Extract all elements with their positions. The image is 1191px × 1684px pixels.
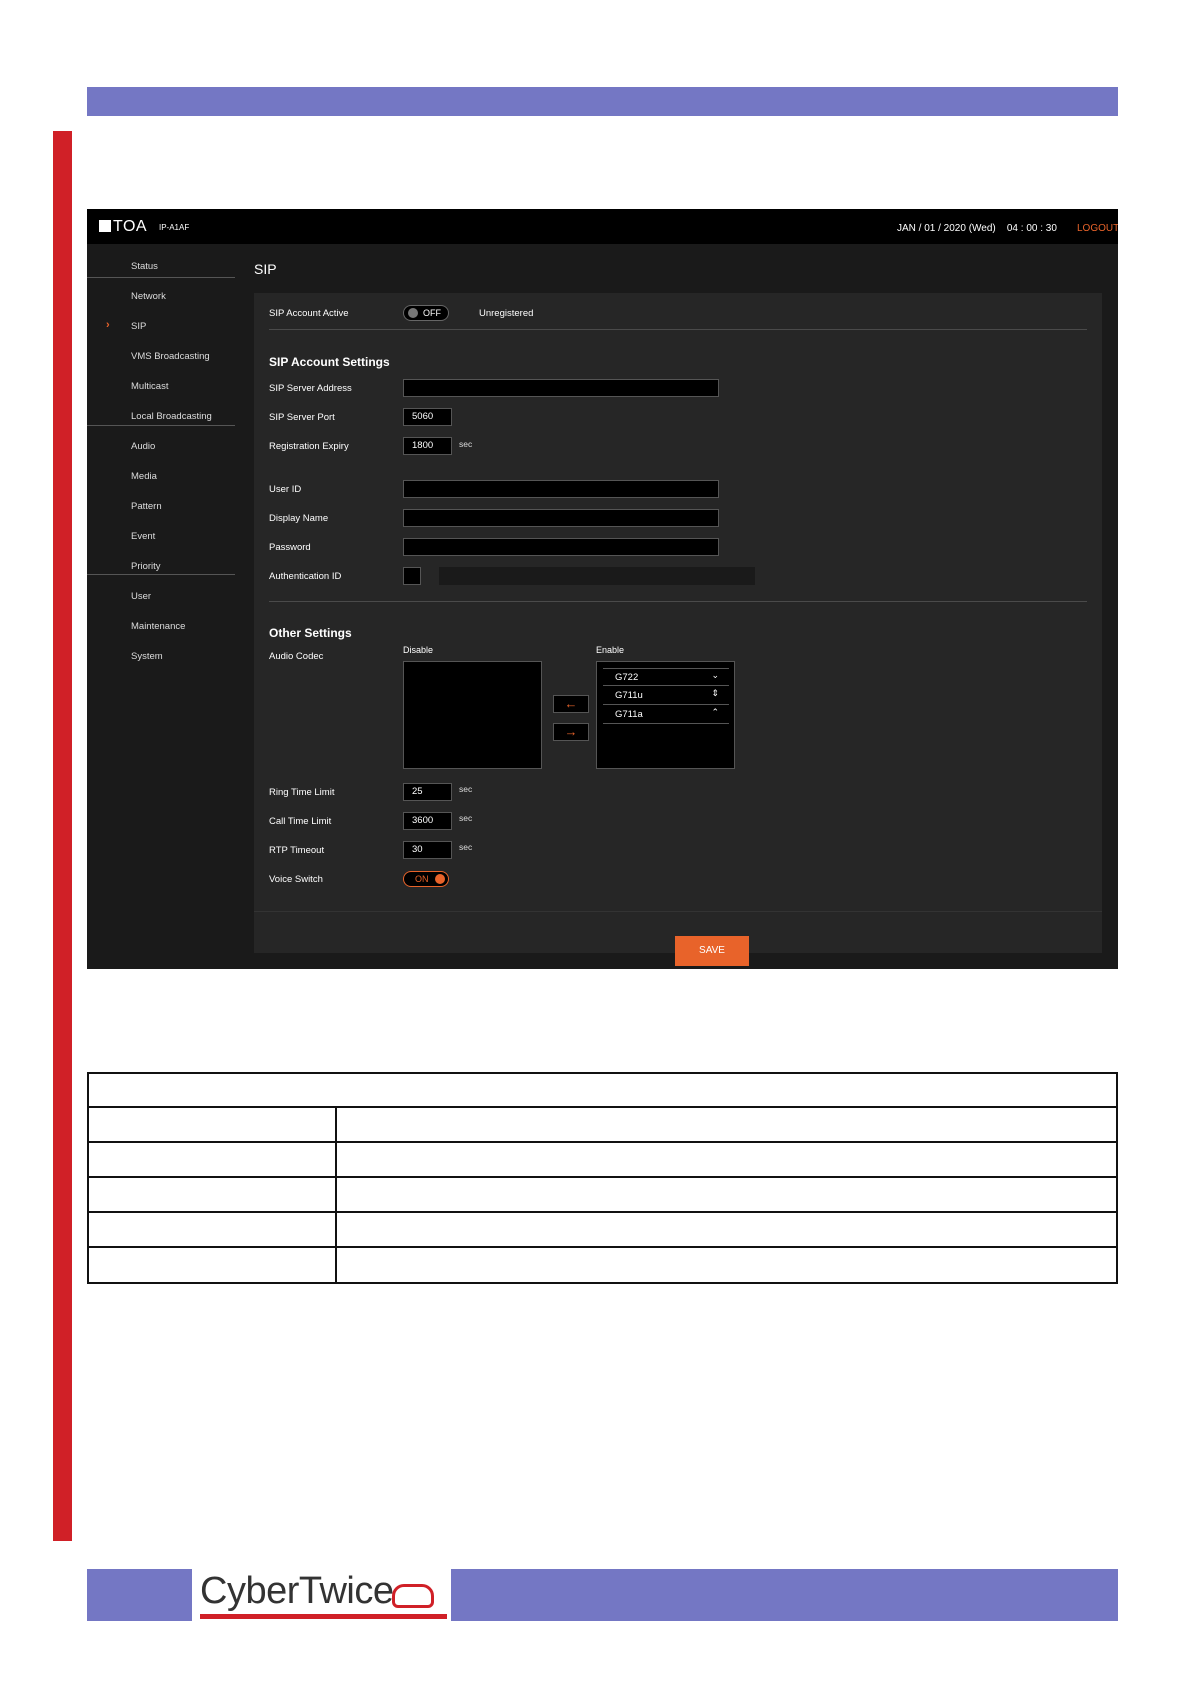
password-input[interactable] xyxy=(403,538,719,556)
server-address-input[interactable] xyxy=(403,379,719,397)
audio-codec-label: Audio Codec xyxy=(269,651,324,662)
sidebar-item-vms-broadcasting[interactable]: VMS Broadcasting xyxy=(131,351,210,362)
table-row xyxy=(89,1176,1116,1178)
disable-label: Disable xyxy=(403,645,434,655)
call-limit-label: Call Time Limit xyxy=(269,816,332,827)
server-port-input[interactable]: 5060 xyxy=(403,408,452,426)
enabled-codec-list[interactable]: G722 ⌄ G711u ⇕ G711a ⌃ xyxy=(596,661,735,769)
move-right-button[interactable]: → xyxy=(553,723,589,741)
sidebar: Status Network › SIP VMS Broadcasting Mu… xyxy=(87,244,235,969)
sidebar-item-event[interactable]: Event xyxy=(131,531,155,542)
toggle-knob xyxy=(435,874,445,884)
list-item[interactable]: G722 ⌄ xyxy=(603,668,729,686)
sidebar-item-status[interactable]: Status xyxy=(131,261,158,272)
footer-band-right xyxy=(451,1569,1118,1621)
sidebar-item-sip[interactable]: SIP xyxy=(131,321,146,332)
voice-switch-label: Voice Switch xyxy=(269,874,323,885)
top-band xyxy=(87,87,1118,116)
sip-settings-screenshot: TOA IP-A1AF JAN / 01 / 2020 (Wed) 04 : 0… xyxy=(87,209,1118,969)
user-id-label: User ID xyxy=(269,484,302,495)
expiry-label: Registration Expiry xyxy=(269,441,349,452)
sidebar-item-audio[interactable]: Audio xyxy=(131,441,155,452)
sidebar-item-priority[interactable]: Priority xyxy=(131,561,161,572)
table-row xyxy=(89,1141,1116,1143)
logo-underline xyxy=(200,1614,447,1619)
user-id-input[interactable] xyxy=(403,480,719,498)
server-port-label: SIP Server Port xyxy=(269,412,335,423)
side-red-bar xyxy=(53,131,72,1541)
account-active-label: SIP Account Active xyxy=(269,308,349,319)
rtp-timeout-unit: sec xyxy=(459,842,473,852)
model-name: IP-A1AF xyxy=(159,223,190,232)
server-address-label: SIP Server Address xyxy=(269,383,352,394)
table-row xyxy=(89,1211,1116,1213)
account-section-title: SIP Account Settings xyxy=(269,355,390,369)
auth-id-input[interactable] xyxy=(439,567,755,585)
sidebar-item-network[interactable]: Network xyxy=(131,291,166,302)
display-name-label: Display Name xyxy=(269,513,329,524)
account-active-toggle[interactable]: OFF xyxy=(403,305,449,321)
chevron-down-icon[interactable]: ⌄ xyxy=(711,670,719,681)
registration-status: Unregistered xyxy=(479,308,534,319)
rtp-timeout-label: RTP Timeout xyxy=(269,845,325,856)
settings-panel: SIP Account Active OFF Unregistered SIP … xyxy=(254,293,1102,953)
sidebar-item-maintenance[interactable]: Maintenance xyxy=(131,621,185,632)
brand-text: TOA xyxy=(113,218,148,235)
sidebar-item-multicast[interactable]: Multicast xyxy=(131,381,168,392)
table-row xyxy=(89,1106,1116,1108)
phone-icon xyxy=(392,1584,434,1608)
auth-id-label: Authentication ID xyxy=(269,571,342,582)
datetime: JAN / 01 / 2020 (Wed) 04 : 00 : 30 xyxy=(897,223,1057,234)
sidebar-item-user[interactable]: User xyxy=(131,591,151,602)
expiry-input[interactable]: 1800 xyxy=(403,437,452,455)
auth-id-checkbox[interactable] xyxy=(403,567,421,585)
sidebar-item-system[interactable]: System xyxy=(131,651,163,662)
expiry-unit: sec xyxy=(459,439,473,449)
divider xyxy=(269,329,1087,330)
chevron-right-icon: › xyxy=(106,319,110,331)
divider xyxy=(269,601,1087,602)
call-limit-unit: sec xyxy=(459,813,473,823)
display-name-input[interactable] xyxy=(403,509,719,527)
table-row xyxy=(89,1246,1116,1248)
codec-name: G711u xyxy=(615,690,643,701)
disabled-codec-list[interactable] xyxy=(403,661,542,769)
sidebar-item-pattern[interactable]: Pattern xyxy=(131,501,162,512)
chevron-up-icon[interactable]: ⌃ xyxy=(711,707,719,718)
divider xyxy=(254,911,1102,912)
sidebar-item-media[interactable]: Media xyxy=(131,471,157,482)
footer-band-left xyxy=(87,1569,192,1621)
page-title: SIP xyxy=(254,261,277,277)
divider xyxy=(87,277,235,278)
codec-name: G722 xyxy=(615,672,639,683)
rtp-timeout-input[interactable]: 30 xyxy=(403,841,452,859)
cybertwice-logo: CyberTwice xyxy=(200,1570,394,1612)
column-divider xyxy=(335,1108,337,1282)
codec-name: G711a xyxy=(615,709,643,720)
list-item[interactable]: G711a ⌃ xyxy=(603,706,729,724)
ring-limit-input[interactable]: 25 xyxy=(403,783,452,801)
sidebar-item-local-broadcasting[interactable]: Local Broadcasting xyxy=(131,411,212,422)
save-button[interactable]: SAVE xyxy=(675,936,749,966)
move-left-button[interactable]: ← xyxy=(553,695,589,713)
divider xyxy=(87,574,235,575)
toggle-label: OFF xyxy=(423,308,441,318)
divider xyxy=(87,425,235,426)
toa-logo: TOA xyxy=(99,218,147,236)
other-section-title: Other Settings xyxy=(269,626,352,640)
password-label: Password xyxy=(269,542,311,553)
voice-switch-toggle[interactable]: ON xyxy=(403,871,449,887)
list-item[interactable]: G711u ⇕ xyxy=(603,687,729,705)
toa-logo-icon xyxy=(99,220,111,232)
empty-table xyxy=(87,1072,1118,1284)
ring-limit-unit: sec xyxy=(459,784,473,794)
toggle-knob xyxy=(408,308,418,318)
logout-link[interactable]: LOGOUT xyxy=(1077,223,1118,234)
enable-label: Enable xyxy=(596,645,625,655)
toggle-label: ON xyxy=(415,874,429,884)
call-limit-input[interactable]: 3600 xyxy=(403,812,452,830)
chevron-up-down-icon[interactable]: ⇕ xyxy=(711,688,719,699)
ring-limit-label: Ring Time Limit xyxy=(269,787,335,798)
